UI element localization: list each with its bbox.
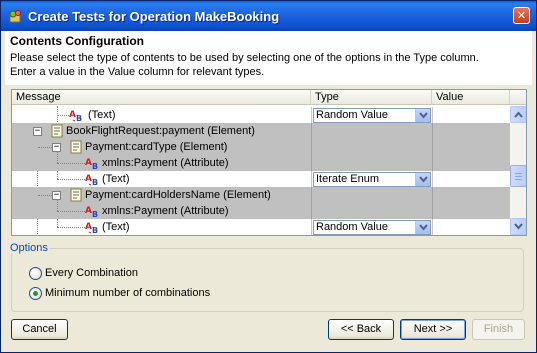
radio-label[interactable]: Minimum number of combinations <box>45 287 210 300</box>
collapse-toggle[interactable]: − <box>52 143 61 152</box>
svg-text:A: A <box>85 222 92 232</box>
svg-text:A: A <box>85 158 92 168</box>
svg-text:B: B <box>92 226 98 234</box>
table-row[interactable]: A B (Text) Random Value <box>12 219 510 235</box>
finish-button: Finish <box>472 319 525 340</box>
collapse-toggle[interactable]: − <box>33 127 42 136</box>
row-label: xmlns:Payment (Attribute) <box>102 157 229 169</box>
text-node-icon: A B <box>85 222 98 234</box>
text-node-icon: A B <box>85 174 98 186</box>
page-title: Contents Configuration <box>10 34 144 48</box>
radio-label[interactable]: Every Combination <box>45 267 138 280</box>
back-button[interactable]: << Back <box>328 319 394 340</box>
row-label: BookFlightRequest:payment (Element) <box>66 125 255 137</box>
value-cell[interactable] <box>432 219 510 235</box>
row-label: (Text) <box>102 221 130 233</box>
chevron-down-icon <box>514 223 523 230</box>
column-header-message[interactable]: Message <box>12 90 311 105</box>
attribute-node-icon: A B <box>85 206 98 218</box>
title-bar[interactable]: Create Tests for Operation MakeBooking ✕ <box>1 1 536 31</box>
svg-text:A: A <box>85 206 92 216</box>
row-label: Payment:cardType (Element) <box>85 141 228 153</box>
text-node-icon: A B <box>69 110 82 122</box>
value-cell[interactable] <box>432 107 510 123</box>
column-header-value[interactable]: Value <box>432 90 510 105</box>
svg-text:B: B <box>92 178 98 186</box>
element-node-icon <box>70 140 82 154</box>
svg-text:B: B <box>76 114 82 122</box>
chevron-up-icon <box>514 111 523 118</box>
svg-text:B: B <box>92 210 98 218</box>
scroll-down-button[interactable] <box>510 218 526 235</box>
row-label: xmlns:Payment (Attribute) <box>102 205 229 217</box>
table-row[interactable]: A B xmlns:Payment (Attribute) <box>12 152 510 171</box>
header-panel: Contents Configuration Please select the… <box>5 31 532 85</box>
page-description: Please select the type of contents to be… <box>10 51 479 79</box>
row-label: (Text) <box>88 109 116 121</box>
collapse-toggle[interactable]: − <box>52 191 61 200</box>
description-line-2: Enter a value in the Value column for re… <box>10 66 265 78</box>
options-group <box>11 248 524 312</box>
app-icon <box>9 10 21 23</box>
window-title: Create Tests for Operation MakeBooking <box>28 9 280 24</box>
value-cell[interactable] <box>432 171 510 187</box>
scroll-thumb[interactable] <box>510 165 526 187</box>
radio-button[interactable] <box>29 287 42 300</box>
type-select[interactable]: Iterate Enum <box>313 172 431 187</box>
row-label: Payment:cardHoldersName (Element) <box>85 189 271 201</box>
attribute-node-icon: A B <box>85 158 98 170</box>
cancel-button[interactable]: Cancel <box>11 319 68 340</box>
table-header: Message Type Value <box>12 90 526 105</box>
table-row[interactable]: − Payment:cardType (Element) <box>12 139 510 155</box>
chevron-down-icon[interactable] <box>415 221 430 234</box>
column-header-type[interactable]: Type <box>311 90 432 105</box>
close-button[interactable]: ✕ <box>513 7 530 24</box>
dialog-window: Create Tests for Operation MakeBooking ✕… <box>0 0 537 353</box>
chevron-down-icon[interactable] <box>415 173 430 186</box>
options-legend: Options <box>8 242 50 254</box>
element-node-icon <box>70 188 82 202</box>
svg-text:A: A <box>85 174 92 184</box>
description-line-1: Please select the type of contents to be… <box>10 52 479 64</box>
next-button[interactable]: Next >> <box>400 319 466 340</box>
contents-table[interactable]: Message Type Value A B (Text) Random Val… <box>11 89 527 236</box>
scroll-up-button[interactable] <box>510 106 526 123</box>
table-row[interactable]: A B (Text) Random Value <box>12 107 510 123</box>
type-select[interactable]: Random Value <box>313 108 431 123</box>
table-row[interactable]: A B (Text) Iterate Enum <box>12 171 510 187</box>
table-row[interactable]: − Payment:cardHoldersName (Element) <box>12 187 510 203</box>
row-label: (Text) <box>102 173 130 185</box>
radio-button[interactable] <box>29 267 42 280</box>
table-row[interactable]: − BookFlightRequest:payment (Element) <box>12 123 510 139</box>
chevron-down-icon[interactable] <box>415 109 430 122</box>
svg-text:A: A <box>69 110 76 120</box>
type-select[interactable]: Random Value <box>313 220 431 235</box>
table-row[interactable]: A B xmlns:Payment (Attribute) <box>12 200 510 219</box>
svg-text:B: B <box>92 162 98 170</box>
element-node-icon <box>51 124 63 138</box>
radio-selected-dot <box>33 291 38 296</box>
vertical-scrollbar[interactable] <box>510 106 526 235</box>
